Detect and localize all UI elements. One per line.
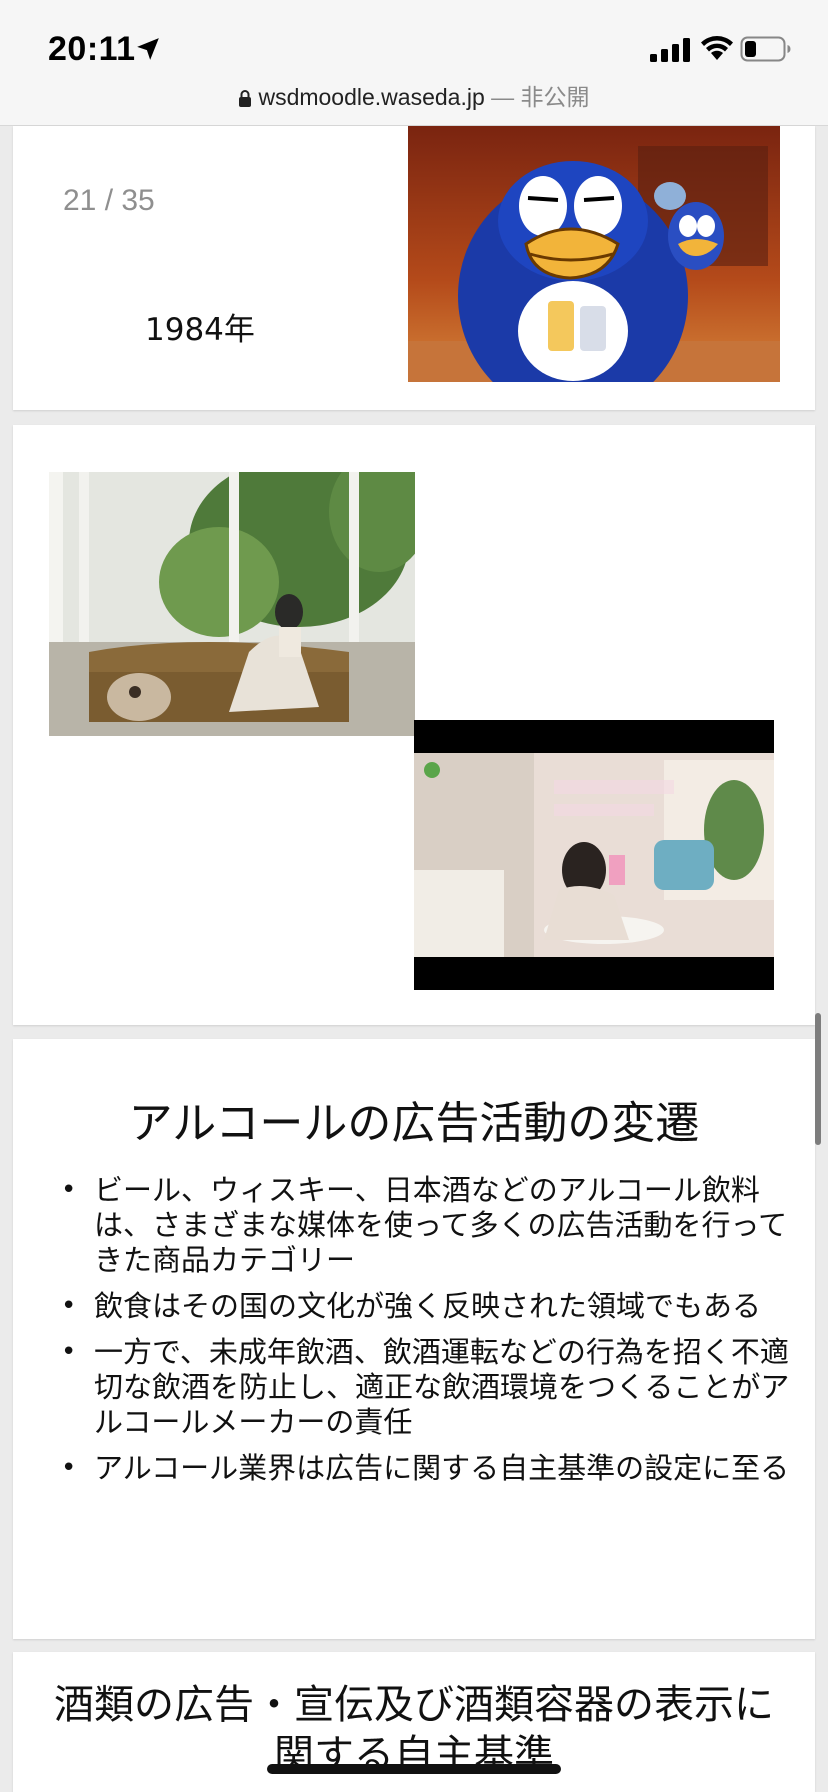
cartoon-penguin-image (408, 126, 780, 382)
bullet-item: アルコール業界は広告に関する自主基準の設定に至る (61, 1451, 791, 1486)
bullet-item: 飲食はその国の文化が強く反映された領域でもある (61, 1289, 791, 1324)
page-counter: 21 / 35 (63, 184, 155, 217)
status-time: 20:11 (48, 30, 136, 68)
year-label: 1984年 (145, 312, 255, 348)
scrollbar[interactable] (815, 1013, 821, 1145)
cellular-signal-icon (650, 38, 690, 62)
url-separator: — (484, 84, 521, 110)
status-bar: 20:11 wsdmoodle.waseda.jp — 非公開 (0, 0, 828, 126)
bullet-item: 一方で、未成年飲酒、飲酒運転などの行為を招く不適切な飲酒を防止し、適正な飲酒環境… (61, 1335, 791, 1440)
location-arrow-icon (137, 38, 159, 60)
slide-21: 21 / 35 1984年 (13, 126, 815, 410)
slide-22 (13, 425, 815, 1025)
bullet-list: ビール、ウィスキー、日本酒などのアルコール飲料は、さまざまな媒体を使って多くの広… (61, 1173, 791, 1497)
url-visibility: 非公開 (520, 84, 590, 110)
battery-icon (740, 36, 791, 62)
lock-icon (239, 90, 252, 107)
photo-commercial-still (414, 720, 774, 990)
slide-23: アルコールの広告活動の変遷 ビール、ウィスキー、日本酒などのアルコール飲料は、さ… (13, 1039, 815, 1639)
home-indicator[interactable] (267, 1764, 561, 1774)
bullet-item: ビール、ウィスキー、日本酒などのアルコール飲料は、さまざまな媒体を使って多くの広… (61, 1173, 791, 1278)
url-domain: wsdmoodle.waseda.jp (258, 84, 485, 110)
wifi-icon (701, 36, 733, 60)
photo-woman-on-sofa (49, 472, 415, 736)
slide-title: アルコールの広告活動の変遷 (128, 1098, 700, 1149)
address-bar[interactable]: wsdmoodle.waseda.jp — 非公開 (0, 78, 828, 112)
